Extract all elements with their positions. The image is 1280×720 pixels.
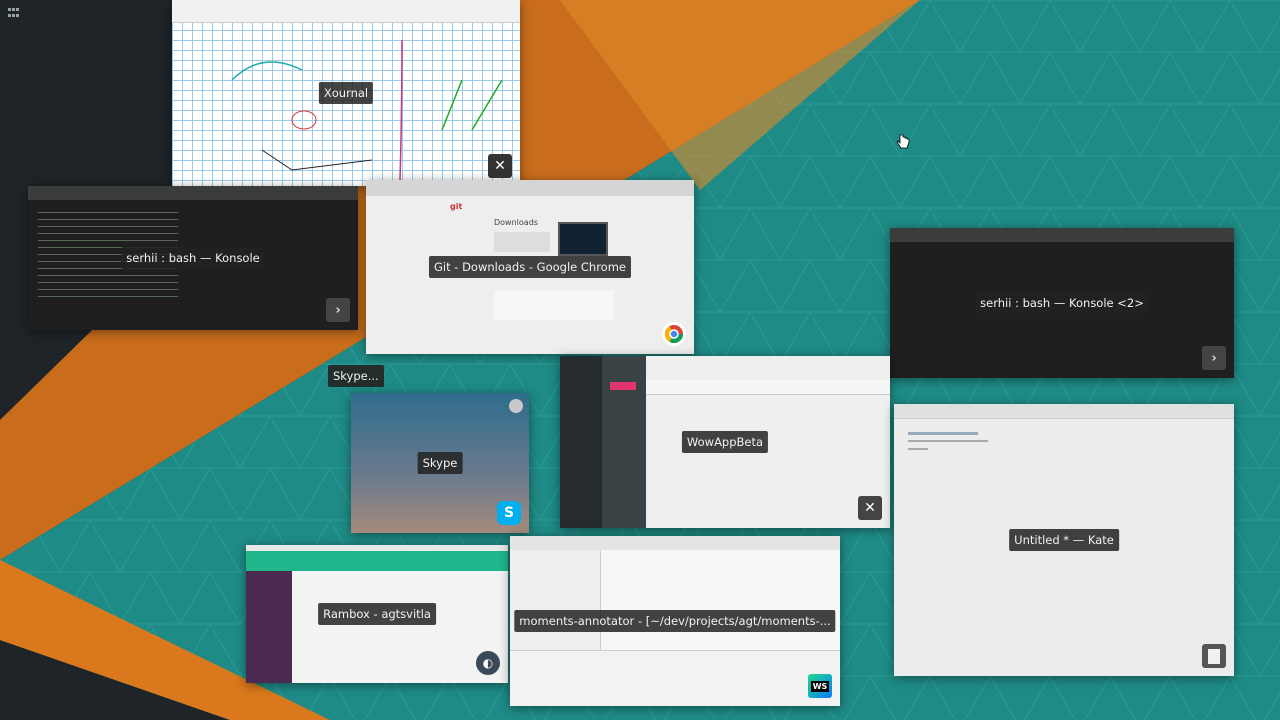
window-xournal[interactable]: Xournal ✕: [172, 0, 520, 186]
window-konsole[interactable]: serhii : bash — Konsole ›: [28, 186, 358, 330]
kate-icon: [1202, 644, 1226, 668]
window-title: serhii : bash — Konsole: [121, 247, 265, 269]
chrome-site-logo: git: [450, 202, 463, 211]
xournal-icon: ✕: [488, 154, 512, 178]
window-title: Skype: [417, 452, 463, 474]
window-title: Rambox - agtsvitla: [318, 603, 436, 625]
window-kate[interactable]: Untitled * — Kate: [894, 404, 1234, 676]
window-skype[interactable]: Skype S: [351, 393, 529, 533]
activities-grid-icon[interactable]: [8, 8, 19, 18]
webstorm-icon: WS: [808, 674, 832, 698]
window-rambox[interactable]: Rambox - agtsvitla ◐: [246, 545, 508, 683]
window-title: WowAppBeta: [681, 431, 769, 453]
window-webstorm[interactable]: moments-annotator - [~/dev/projects/agt/…: [510, 536, 840, 706]
window-title: serhii : bash — Konsole <2>: [975, 292, 1149, 314]
window-title: moments-annotator - [~/dev/projects/agt/…: [514, 610, 836, 632]
chrome-icon: [662, 322, 686, 346]
window-wowappbeta[interactable]: WowAppBeta ✕: [560, 356, 890, 528]
window-title: Git - Downloads - Google Chrome: [428, 256, 632, 278]
window-skype-small[interactable]: Skype...: [328, 365, 384, 387]
konsole-icon: ›: [326, 298, 350, 322]
hand-cursor-icon: [896, 134, 910, 149]
window-title: Untitled * — Kate: [1009, 529, 1119, 551]
window-title: Xournal: [318, 82, 374, 104]
skype-icon: S: [497, 501, 521, 525]
chrome-page-heading: Downloads: [494, 218, 538, 227]
window-chrome[interactable]: git Downloads Git - Downloads - Google C…: [366, 180, 694, 354]
konsole-icon: ›: [1202, 346, 1226, 370]
rambox-icon: ◐: [476, 651, 500, 675]
x11-icon: ✕: [858, 496, 882, 520]
window-konsole-2[interactable]: serhii : bash — Konsole <2> ›: [890, 228, 1234, 378]
